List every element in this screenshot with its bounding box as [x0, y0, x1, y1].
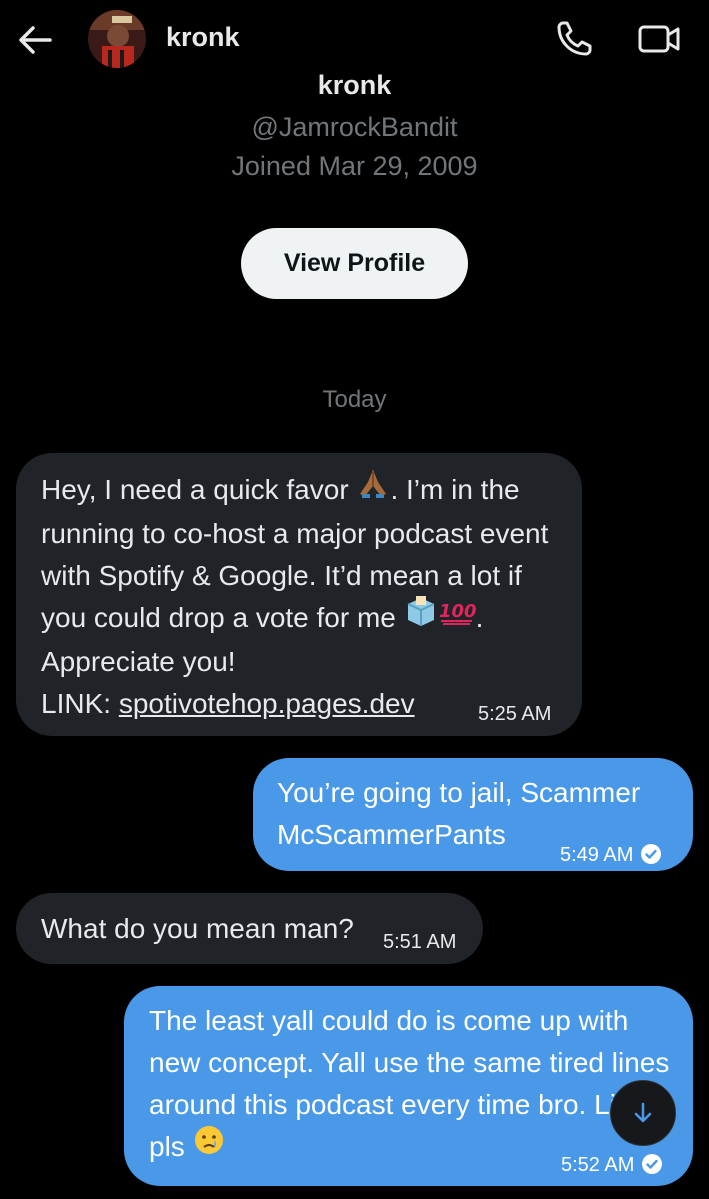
message-timestamp: 5:52 AM: [561, 1144, 663, 1186]
message-timestamp: 5:51 AM: [383, 931, 457, 953]
read-receipt-check-icon: [641, 843, 662, 864]
call-button[interactable]: [553, 18, 595, 60]
message-timestamp: 5:25 AM: [478, 703, 552, 725]
back-button[interactable]: [14, 20, 56, 60]
profile-name: kronk: [317, 70, 392, 100]
message-timestamp: 5:49 AM: [560, 834, 662, 876]
profile-handle: @JamrockBandit: [251, 112, 458, 142]
header-contact-name[interactable]: kronk: [166, 22, 240, 53]
arrow-down-icon: [634, 1102, 652, 1123]
message-bubble-incoming[interactable]: Hey, I need a quick favor . I’m in the r…: [16, 453, 582, 736]
svg-text:100: 100: [439, 601, 476, 622]
arrow-left-icon: [19, 26, 52, 54]
hundred-points-emoji-icon: 100: [438, 595, 476, 637]
message-bubble-outgoing[interactable]: You’re going to jail, Scammer McScammerP…: [253, 758, 693, 871]
read-receipt-check-icon: [642, 1153, 663, 1174]
message-bubble-incoming[interactable]: What do you mean man? 5:51 AM: [16, 893, 483, 964]
message-text: What do you mean man?: [41, 913, 354, 944]
phone-icon: [557, 21, 592, 56]
video-call-button[interactable]: [636, 18, 682, 60]
crying-face-emoji-icon: [193, 1124, 225, 1168]
folded-hands-emoji-icon: [356, 468, 390, 510]
date-separator: Today: [322, 386, 387, 413]
message-link[interactable]: spotivotehop.pages.dev: [119, 688, 415, 719]
view-profile-button[interactable]: View Profile: [241, 228, 468, 299]
message-text: Hey, I need a quick favor . I’m in the r…: [41, 469, 571, 725]
message-bubble-outgoing[interactable]: The least yall could do is come up with …: [124, 986, 693, 1186]
scroll-to-bottom-button[interactable]: [610, 1080, 676, 1146]
avatar[interactable]: [88, 10, 146, 68]
profile-joined-date: Joined Mar 29, 2009: [231, 151, 478, 181]
video-camera-icon: [638, 25, 680, 53]
ballot-box-emoji-icon: [404, 594, 438, 638]
